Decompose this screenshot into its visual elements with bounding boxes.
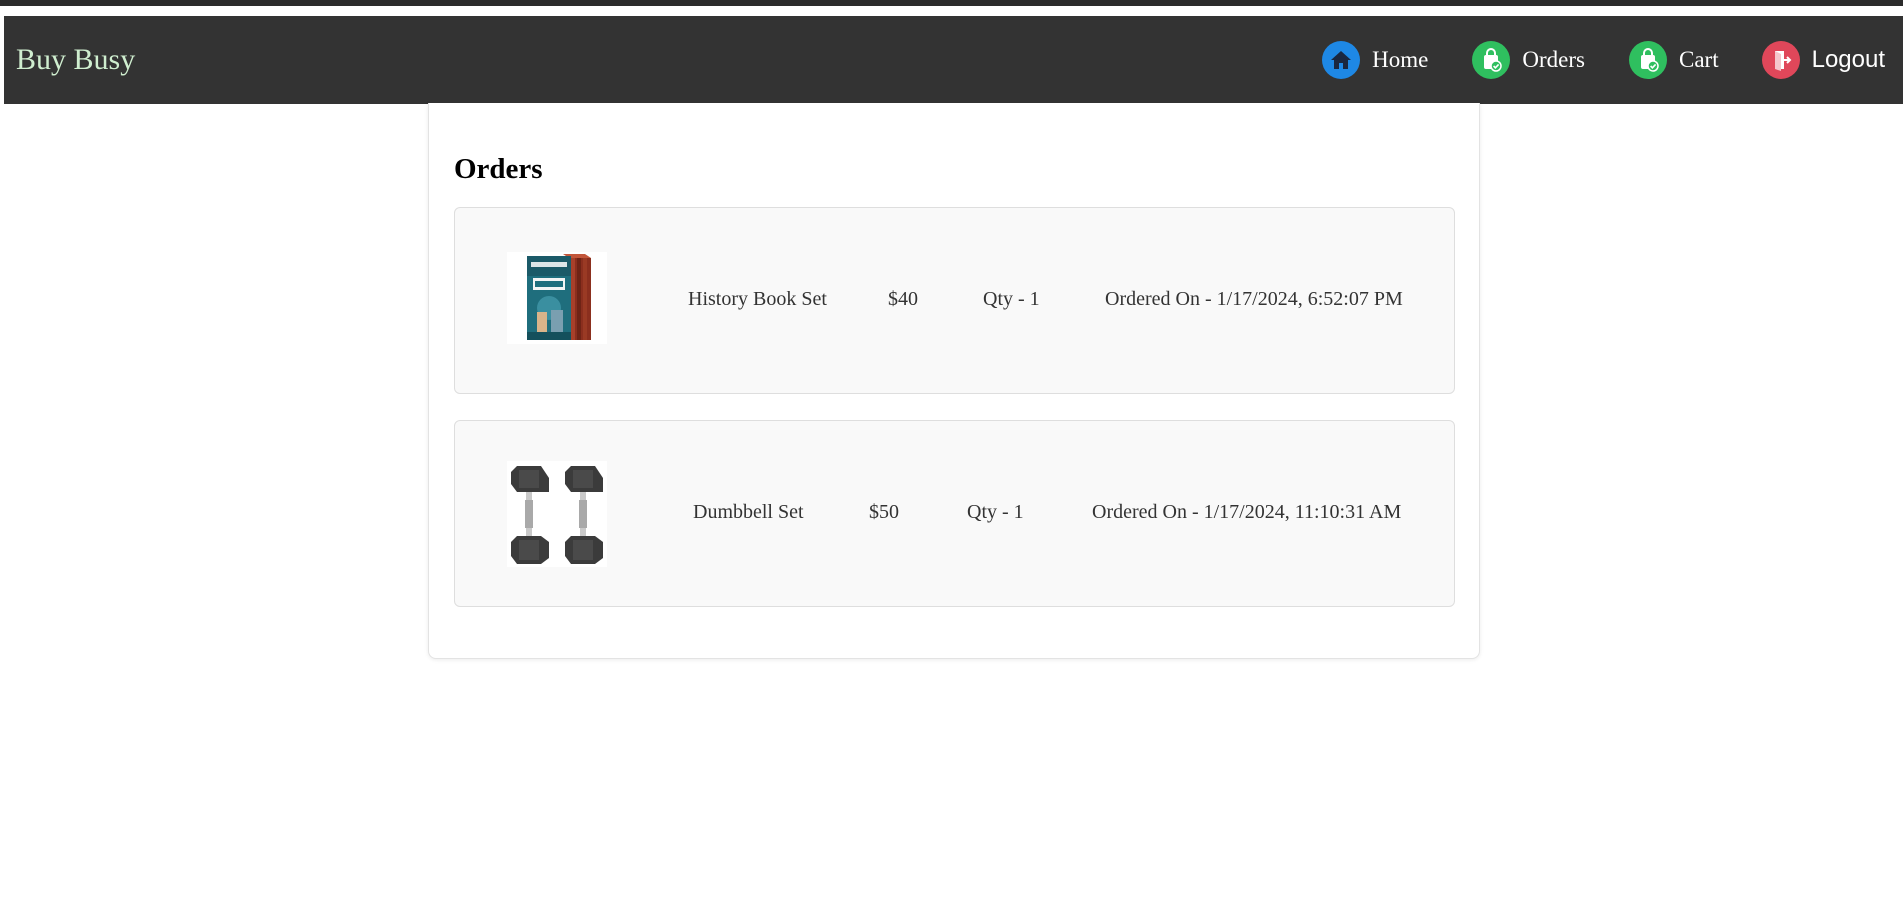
nav-orders-label: Orders xyxy=(1522,47,1585,72)
page-title: Orders xyxy=(454,153,543,185)
product-image xyxy=(507,461,607,567)
orders-container: Orders History Book Set $40 Qty - 1 Orde… xyxy=(428,103,1480,659)
nav-home-label: Home xyxy=(1372,47,1429,72)
nav-links: Home Orders Cart Logout xyxy=(1322,16,1903,104)
window-top-strip xyxy=(0,0,1903,6)
nav-cart-link[interactable]: Cart xyxy=(1628,16,1719,104)
shopping-bag-check-icon xyxy=(1472,41,1511,79)
order-date: Ordered On - 1/17/2024, 11:10:31 AM xyxy=(1092,501,1402,523)
nav-cart-label: Cart xyxy=(1678,47,1719,72)
navbar: Buy Busy Home Orders Cart Logout xyxy=(4,16,1903,104)
order-product-name: History Book Set xyxy=(688,288,827,310)
order-qty: Qty - 1 xyxy=(967,501,1024,523)
order-price: $50 xyxy=(869,501,899,523)
nav-home-link[interactable]: Home xyxy=(1322,16,1428,104)
nav-orders-link[interactable]: Orders xyxy=(1472,16,1585,104)
order-card: History Book Set $40 Qty - 1 Ordered On … xyxy=(454,207,1455,394)
hex-dumbbell-pair-image xyxy=(511,466,603,564)
brand-logo-link[interactable]: Buy Busy xyxy=(16,43,135,77)
nav-logout-link[interactable]: Logout xyxy=(1761,16,1885,104)
order-card: Dumbbell Set $50 Qty - 1 Ordered On - 1/… xyxy=(454,420,1455,607)
cart-bag-check-icon xyxy=(1628,41,1667,79)
order-product-name: Dumbbell Set xyxy=(693,501,804,523)
product-image xyxy=(507,252,607,344)
order-date: Ordered On - 1/17/2024, 6:52:07 PM xyxy=(1105,288,1403,310)
nav-logout-label: Logout xyxy=(1811,46,1885,73)
logout-door-icon xyxy=(1761,41,1800,79)
home-icon xyxy=(1322,41,1361,79)
encyclopedia-history-book-set-image xyxy=(527,254,591,340)
order-qty: Qty - 1 xyxy=(983,288,1040,310)
order-price: $40 xyxy=(888,288,918,310)
